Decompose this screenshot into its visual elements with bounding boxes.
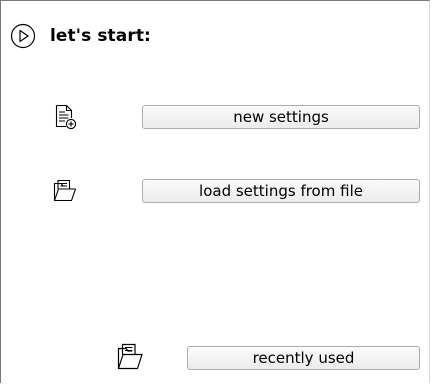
new-settings-button[interactable]: new settings xyxy=(142,105,420,129)
open-folder-icon xyxy=(117,343,143,370)
start-panel: let's start: new settings load settings … xyxy=(0,0,430,383)
panel-title: let's start: xyxy=(50,26,151,46)
panel-header: let's start: xyxy=(10,23,151,49)
new-document-icon xyxy=(55,104,77,130)
open-folder-icon xyxy=(53,179,77,202)
play-circle-icon[interactable] xyxy=(10,23,36,49)
load-settings-button[interactable]: load settings from file xyxy=(142,179,420,203)
recently-used-button[interactable]: recently used xyxy=(187,346,420,370)
